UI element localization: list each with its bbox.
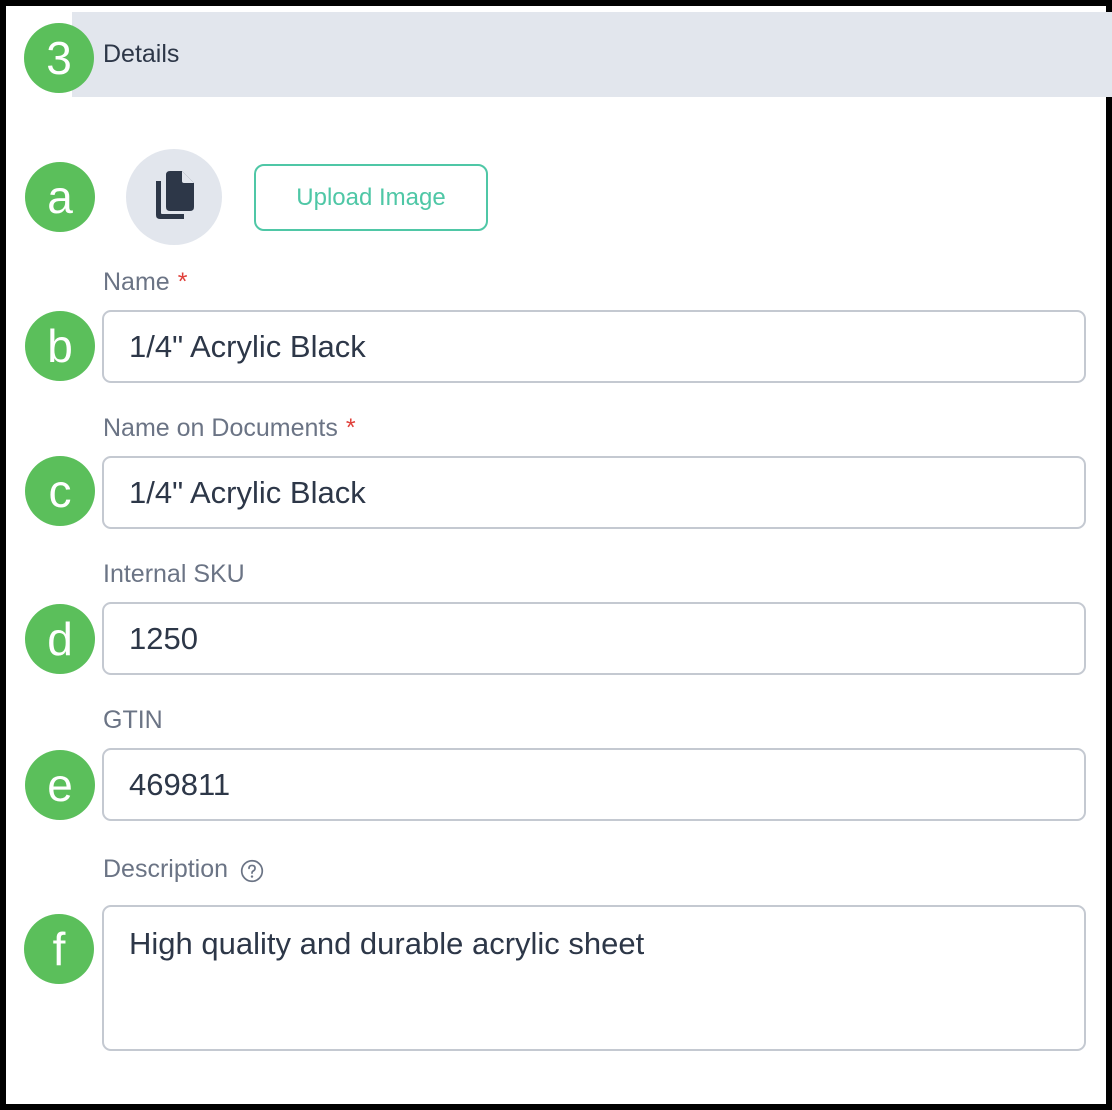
details-panel: Details 3 a Upload Image Name * b Name o… (0, 0, 1112, 1110)
name-label: Name * (103, 267, 187, 297)
name-on-documents-label: Name on Documents * (103, 413, 356, 443)
gtin-input[interactable] (102, 748, 1086, 821)
required-asterisk: * (345, 414, 356, 442)
internal-sku-input[interactable] (102, 602, 1086, 675)
image-placeholder (126, 149, 222, 245)
name-on-documents-input[interactable] (102, 456, 1086, 529)
gtin-label: GTIN (103, 706, 163, 734)
section-header-bar (72, 12, 1112, 97)
name-input[interactable] (102, 310, 1086, 383)
marker-c: c (25, 456, 95, 526)
documents-icon (152, 169, 196, 226)
marker-e: e (25, 750, 95, 820)
name-label-text: Name (103, 268, 170, 296)
marker-d: d (25, 604, 95, 674)
description-textarea[interactable]: High quality and durable acrylic sheet (102, 905, 1086, 1051)
section-title: Details (103, 40, 180, 68)
internal-sku-label: Internal SKU (103, 560, 245, 588)
step-marker: 3 (24, 23, 94, 93)
required-asterisk: * (177, 268, 188, 296)
marker-b: b (25, 311, 95, 381)
marker-a: a (25, 162, 95, 232)
description-label: Description (103, 854, 264, 884)
question-circle-icon[interactable] (240, 857, 264, 883)
name-on-documents-label-text: Name on Documents (103, 414, 338, 442)
upload-image-button[interactable]: Upload Image (254, 164, 488, 231)
description-label-text: Description (103, 855, 229, 883)
marker-f: f (24, 914, 94, 984)
